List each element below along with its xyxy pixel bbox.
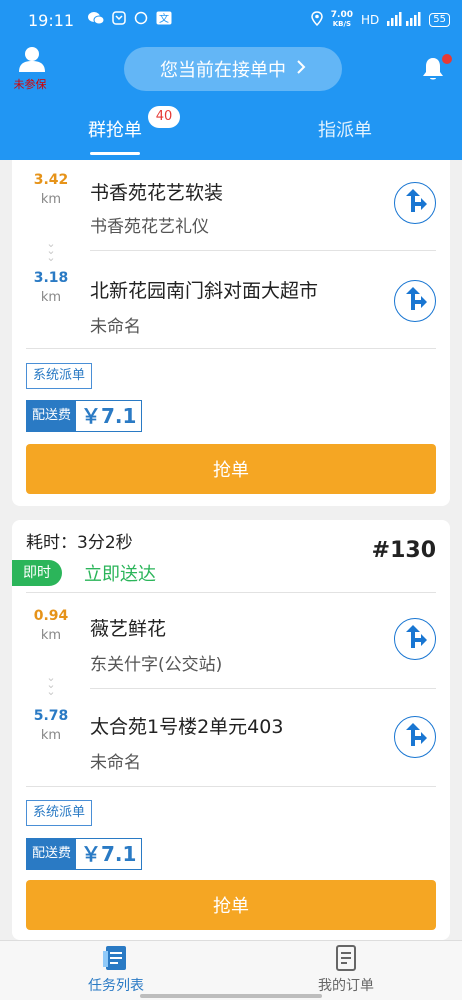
order-card: 耗时：3分2秒 #130 即时 立即送达 0.94 km 薇艺鲜花 东关什字(公…	[12, 520, 450, 940]
pickup-address: 书香苑花艺礼仪	[90, 217, 209, 237]
nav-task-list[interactable]: 任务列表	[56, 941, 176, 1000]
pickup-distance: 0.94 km	[26, 608, 76, 643]
section-divider	[26, 786, 436, 787]
dropoff-stop: 5.78 km 太合苑1号楼2单元403 未命名	[12, 690, 450, 786]
grab-order-button[interactable]: 抢单	[26, 880, 436, 930]
grab-order-button[interactable]: 抢单	[26, 444, 436, 494]
pickup-distance-unit: km	[40, 192, 62, 207]
navigation-arrow-icon	[402, 722, 428, 752]
pickup-distance-unit: km	[40, 628, 62, 643]
section-divider	[26, 592, 436, 593]
dropoff-name: 太合苑1号楼2单元403	[90, 716, 284, 738]
chat-bubble-icon	[134, 11, 148, 29]
accepting-status-text: 您当前在接单中	[160, 60, 286, 81]
app-notify-icon	[112, 11, 126, 29]
my-orders-icon	[331, 943, 361, 973]
dropoff-name: 北新花园南门斜对面大超市	[90, 280, 319, 302]
navigation-arrow-icon	[402, 286, 428, 316]
navigation-arrow-icon	[402, 624, 428, 654]
dropoff-distance: 5.78 km	[26, 708, 76, 743]
insurance-status: 未参保	[13, 78, 47, 91]
instant-delivery-text: 立即送达	[84, 564, 156, 585]
speed-unit: KB/S	[332, 20, 352, 28]
delivery-fee-label: 配送费	[27, 839, 77, 869]
pickup-name: 薇艺鲜花	[90, 618, 167, 640]
navigate-pickup-button[interactable]	[394, 182, 436, 224]
signal-icon	[387, 11, 421, 29]
status-right: 7.00 KB/S HD 55	[311, 11, 450, 29]
bottom-navigation: 任务列表 我的订单	[0, 940, 462, 1000]
accepting-orders-pill[interactable]: 您当前在接单中	[124, 47, 342, 91]
delivery-fee-label: 配送费	[27, 401, 77, 431]
stop-divider	[90, 688, 436, 689]
pickup-distance-value: 0.94	[33, 608, 69, 624]
tab-group-grab[interactable]: 群抢单	[88, 116, 142, 142]
home-indicator[interactable]	[140, 994, 322, 998]
network-speed: 7.00 KB/S	[331, 11, 353, 29]
delivery-fee-value: ￥7.1	[81, 842, 137, 866]
dropoff-distance-value: 5.78	[33, 708, 69, 724]
profile-button[interactable]: 未参保	[14, 46, 50, 92]
chevron-right-icon	[296, 59, 306, 80]
status-time: 19:11	[28, 10, 75, 30]
system-dispatch-tag: 系统派单	[26, 363, 93, 389]
user-avatar-icon	[18, 47, 46, 76]
dropoff-distance-unit: km	[40, 728, 62, 743]
wechat-icon	[88, 11, 105, 29]
tab-assigned[interactable]: 指派单	[318, 116, 372, 142]
speed-value: 7.00	[330, 10, 353, 20]
dropoff-distance-value: 3.18	[33, 270, 69, 286]
pickup-stop: 3.42 km 书香苑花艺软装 书香苑花艺礼仪	[12, 160, 450, 256]
navigate-pickup-button[interactable]	[394, 618, 436, 660]
pickup-name: 书香苑花艺软装	[90, 182, 224, 204]
delivery-fee-value: ￥7.1	[81, 404, 137, 428]
active-tab-indicator	[90, 152, 140, 155]
elapsed-time: 耗时：3分2秒	[26, 533, 133, 553]
instant-badge: 即时	[12, 560, 62, 586]
dropoff-distance: 3.18 km	[26, 270, 76, 305]
hd-label: HD	[361, 13, 380, 27]
status-app-icons: 文	[88, 11, 172, 29]
dropoff-address: 未命名	[90, 317, 141, 337]
svg-text:文: 文	[159, 12, 169, 25]
dropoff-address: 未命名	[90, 753, 141, 773]
task-list-icon	[101, 943, 131, 973]
battery-indicator: 55	[429, 13, 450, 27]
delivery-fee: 配送费 ￥7.1	[26, 400, 143, 432]
order-number: #130	[371, 538, 436, 563]
tab-badge-count: 40	[148, 106, 180, 128]
nav-my-orders[interactable]: 我的订单	[286, 941, 406, 1000]
navigate-dropoff-button[interactable]	[394, 716, 436, 758]
stop-divider	[90, 250, 436, 251]
nav-my-orders-label: 我的订单	[318, 978, 374, 994]
order-card: 3.42 km 书香苑花艺软装 书香苑花艺礼仪 ⌄ ⌄ ⌄ 3.18 km 北新花园…	[12, 160, 450, 506]
navigation-arrow-icon	[402, 188, 428, 218]
dropoff-stop: 3.18 km 北新花园南门斜对面大超市 未命名	[12, 256, 450, 352]
navigate-dropoff-button[interactable]	[394, 280, 436, 322]
status-bar: 19:11 文 7.00 KB/S HD 55	[0, 0, 462, 40]
section-divider	[26, 348, 436, 349]
system-dispatch-tag: 系统派单	[26, 800, 93, 826]
pickup-address: 东关什字(公交站)	[90, 655, 223, 675]
app-header: 19:11 文 7.00 KB/S HD 55 未参保 您当前在接单中 群抢单 …	[0, 0, 462, 160]
notification-dot	[442, 54, 452, 64]
pickup-stop: 0.94 km 薇艺鲜花 东关什字(公交站)	[12, 594, 450, 690]
alipay-icon: 文	[156, 11, 172, 29]
pickup-distance-value: 3.42	[33, 172, 69, 188]
pickup-distance: 3.42 km	[26, 172, 76, 207]
delivery-fee: 配送费 ￥7.1	[26, 838, 143, 870]
dropoff-distance-unit: km	[40, 290, 62, 305]
nav-task-list-label: 任务列表	[88, 978, 144, 994]
location-icon	[311, 11, 323, 29]
